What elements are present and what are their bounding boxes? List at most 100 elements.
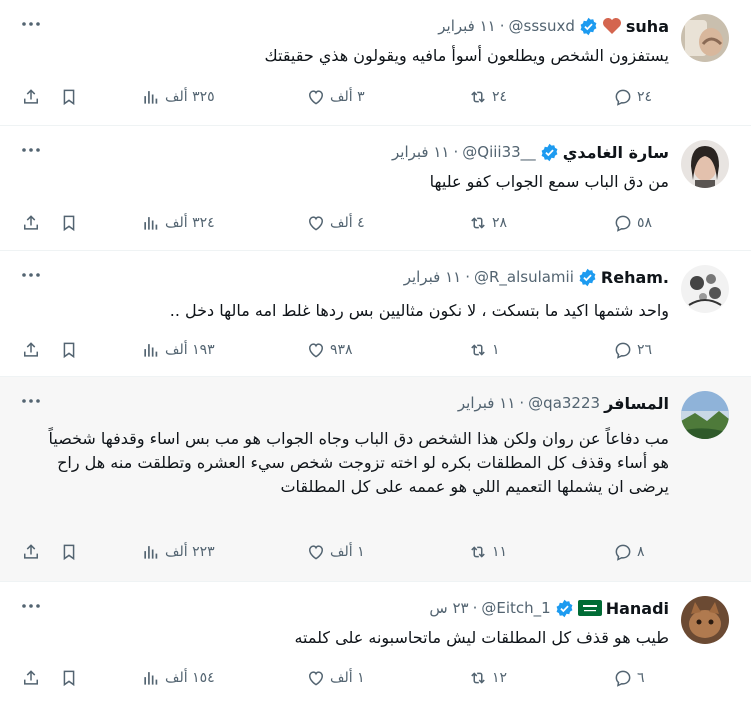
tweet-actions: ٥٨ ٢٨ ٤ ألف ٣٢٤ ألف — [16, 211, 669, 235]
like-button[interactable]: ١ ألف — [306, 666, 365, 690]
repost-button[interactable]: ٢٤ — [468, 85, 507, 109]
tweet[interactable]: المسافر @qa3223 · ١١ فبراير مب دفاعاً عن… — [0, 377, 751, 582]
reply-icon — [615, 670, 631, 687]
tweet[interactable]: Hanadi @Eitch_1 · ٢٣ س طيب هو قذف كل الم… — [0, 582, 751, 705]
saudi-flag-icon — [577, 600, 602, 616]
views-button[interactable]: ١٥٤ ألف — [141, 666, 215, 690]
verified-badge-icon[interactable] — [578, 268, 597, 287]
display-name[interactable]: suha — [626, 17, 669, 36]
tweet-actions: ٨ ١١ ١ ألف ٢٢٣ ألف — [16, 540, 669, 564]
repost-button[interactable]: ١٢ — [468, 666, 507, 690]
tweet-header: سارة الغامدي @Qiii33__ · ١١ فبراير — [392, 142, 669, 162]
share-icon — [24, 215, 38, 230]
reply-button[interactable]: ٢٤ — [613, 85, 652, 109]
display-name[interactable]: المسافر — [604, 394, 669, 413]
display-name[interactable]: Reham. — [601, 268, 669, 287]
timestamp[interactable]: ١١ فبراير — [458, 394, 516, 412]
user-handle[interactable]: @qa3223 — [528, 394, 600, 412]
reply-button[interactable]: ٥٨ — [613, 211, 652, 235]
tweet-actions: ٢٤ ٢٤ ٣ ألف ٣٢٥ ألف — [16, 85, 669, 109]
display-name[interactable]: سارة الغامدي — [563, 143, 669, 162]
tweet[interactable]: سارة الغامدي @Qiii33__ · ١١ فبراير من دق… — [0, 126, 751, 251]
avatar[interactable] — [681, 265, 729, 313]
verified-badge-icon[interactable] — [555, 599, 574, 618]
avatar[interactable] — [681, 596, 729, 644]
like-button[interactable]: ٣ ألف — [306, 85, 365, 109]
reply-button[interactable]: ٦ — [613, 666, 645, 690]
heart-icon — [308, 343, 324, 358]
timestamp[interactable]: ١١ فبراير — [404, 268, 462, 286]
views-chart-icon — [144, 344, 158, 357]
tweet-header: suha @sssuxd · ١١ فبراير — [438, 16, 669, 36]
tweet-actions: ٢٦ ١ ٩٣٨ ١٩٣ ألف — [16, 338, 669, 362]
bookmark-button[interactable] — [59, 666, 79, 690]
repost-button[interactable]: ٢٨ — [468, 211, 507, 235]
reply-icon — [615, 544, 631, 561]
tweet-feed: suha @sssuxd · ١١ فبراير يستفزون الشخص و… — [0, 0, 751, 705]
tweet-header: Reham. @R_alsulamii · ١١ فبراير — [403, 267, 669, 287]
views-button[interactable]: ٢٢٣ ألف — [141, 540, 215, 564]
avatar[interactable] — [681, 391, 729, 439]
more-options-icon[interactable] — [20, 14, 42, 34]
repost-icon — [471, 344, 485, 356]
like-button[interactable]: ١ ألف — [306, 540, 365, 564]
views-button[interactable]: ٣٢٥ ألف — [141, 85, 215, 109]
reply-icon — [615, 89, 631, 106]
tweet-actions: ٦ ١٢ ١ ألف ١٥٤ ألف — [16, 666, 669, 690]
views-chart-icon — [144, 672, 158, 685]
tweet[interactable]: suha @sssuxd · ١١ فبراير يستفزون الشخص و… — [0, 0, 751, 126]
verified-badge-icon[interactable] — [579, 17, 598, 36]
share-icon — [24, 670, 38, 685]
views-chart-icon — [144, 546, 158, 559]
bookmark-button[interactable] — [59, 85, 79, 109]
share-button[interactable] — [21, 540, 41, 564]
user-handle[interactable]: @R_alsulamii — [474, 268, 574, 286]
like-button[interactable]: ٤ ألف — [306, 211, 365, 235]
bookmark-icon — [63, 342, 75, 359]
share-button[interactable] — [21, 85, 41, 109]
repost-icon — [471, 217, 485, 229]
share-button[interactable] — [21, 338, 41, 362]
tweet-text: طيب هو قذف كل المطلقات ليش ماتحاسبونه عل… — [294, 628, 669, 647]
bookmark-button[interactable] — [59, 540, 79, 564]
tweet-text: يستفزون الشخص ويطلعون أسوأ مافيه ويقولون… — [264, 46, 669, 65]
repost-icon — [471, 91, 485, 103]
verified-badge-icon[interactable] — [540, 143, 559, 162]
bookmark-icon — [63, 544, 75, 561]
reply-icon — [615, 342, 631, 359]
repost-icon — [471, 672, 485, 684]
like-button[interactable]: ٩٣٨ — [306, 338, 353, 362]
display-name[interactable]: Hanadi — [606, 599, 669, 618]
timestamp[interactable]: ١١ فبراير — [392, 143, 450, 161]
bookmark-button[interactable] — [59, 338, 79, 362]
reply-button[interactable]: ٨ — [613, 540, 645, 564]
user-handle[interactable]: @sssuxd — [509, 17, 575, 35]
share-button[interactable] — [21, 211, 41, 235]
more-options-icon[interactable] — [20, 265, 42, 285]
avatar[interactable] — [681, 14, 729, 62]
avatar[interactable] — [681, 140, 729, 188]
user-handle[interactable]: @Qiii33__ — [462, 143, 535, 161]
tweet[interactable]: Reham. @R_alsulamii · ١١ فبراير واحد شتم… — [0, 251, 751, 377]
timestamp[interactable]: ٢٣ س — [429, 599, 468, 617]
share-icon — [24, 544, 38, 559]
heart-emoji-icon — [602, 17, 622, 35]
views-chart-icon — [144, 91, 158, 104]
views-button[interactable]: ١٩٣ ألف — [141, 338, 215, 362]
repost-button[interactable]: ١١ — [468, 540, 507, 564]
more-options-icon[interactable] — [20, 140, 42, 160]
more-options-icon[interactable] — [20, 596, 42, 616]
reply-button[interactable]: ٢٦ — [613, 338, 652, 362]
bookmark-button[interactable] — [59, 211, 79, 235]
more-options-icon[interactable] — [20, 391, 42, 411]
repost-button[interactable]: ١ — [468, 338, 500, 362]
share-button[interactable] — [21, 666, 41, 690]
views-chart-icon — [144, 217, 158, 230]
views-button[interactable]: ٣٢٤ ألف — [141, 211, 215, 235]
bookmark-icon — [63, 670, 75, 687]
share-icon — [24, 342, 38, 357]
user-handle[interactable]: @Eitch_1 — [481, 599, 550, 617]
timestamp[interactable]: ١١ فبراير — [438, 17, 496, 35]
share-icon — [24, 89, 38, 104]
bookmark-icon — [63, 215, 75, 232]
